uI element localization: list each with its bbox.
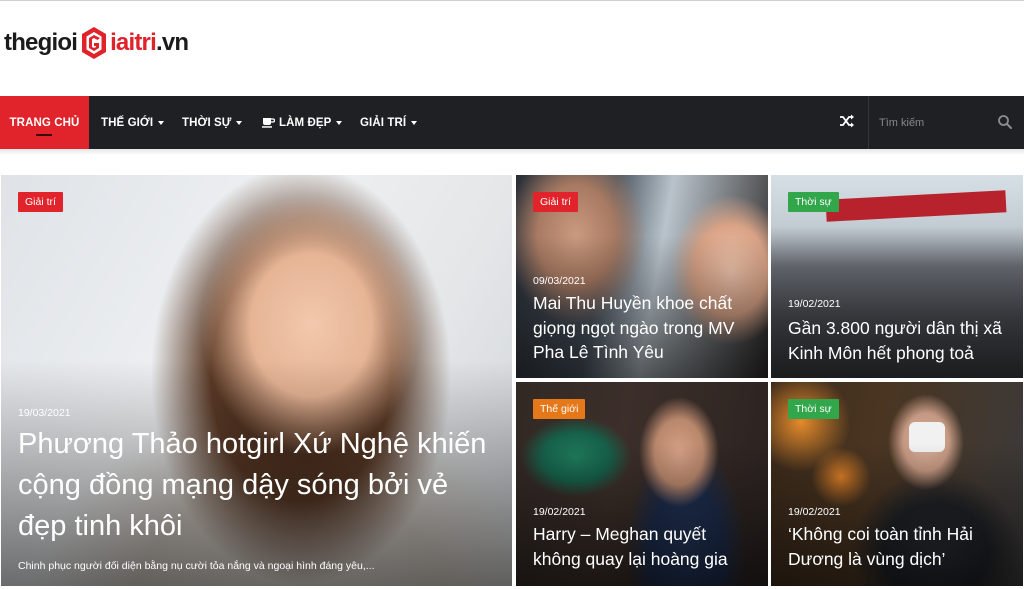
nav-item-label: GIẢI TRÍ: [360, 116, 407, 129]
nav-shadow: [0, 149, 1024, 155]
nav-item-giai-tri[interactable]: GIẢI TRÍ: [360, 96, 418, 149]
caret-down-icon: [411, 120, 418, 125]
nav-item-thoi-su[interactable]: THỜI SỰ: [182, 96, 243, 149]
logo-text-giaitri: iaitri: [110, 29, 157, 56]
search-box: [869, 96, 1024, 149]
category-badge[interactable]: Giải trí: [533, 192, 578, 212]
post-title[interactable]: ‘Không coi toàn tỉnh Hải Dương là vùng d…: [788, 522, 1013, 571]
nav-item-label: LÀM ĐẸP: [279, 116, 332, 129]
nav-item-trang-chu[interactable]: TRANG CHỦ: [0, 96, 89, 149]
post-date: 09/03/2021: [533, 275, 586, 287]
site-logo[interactable]: thegioi iaitri .vn: [4, 23, 189, 63]
logo-text-domain: .vn: [155, 29, 189, 56]
category-badge[interactable]: Thời sự: [788, 399, 839, 419]
logo-text-thegioi: thegioi: [4, 29, 78, 56]
post-card[interactable]: Thời sự 19/02/2021 ‘Không coi toàn tỉnh …: [771, 382, 1023, 586]
post-date: 19/02/2021: [533, 506, 586, 518]
main-nav: TRANG CHỦ THẾ GIỚI THỜI SỰ LÀM ĐẸP GIẢI …: [0, 96, 1024, 149]
post-title[interactable]: Mai Thu Huyền khoe chất giọng ngọt ngào …: [533, 291, 758, 365]
post-card[interactable]: Thời sự 19/02/2021 Gần 3.800 người dân t…: [771, 175, 1023, 378]
nav-item-lam-dep[interactable]: LÀM ĐẸP: [262, 96, 343, 149]
category-badge[interactable]: Giải trí: [18, 192, 63, 212]
post-excerpt: Chinh phục người đối diện bằng nụ cười t…: [18, 560, 375, 572]
logo-g-icon: [79, 25, 109, 61]
shuffle-icon[interactable]: [838, 112, 858, 132]
post-title[interactable]: Gần 3.800 người dân thị xã Kinh Môn hết …: [788, 316, 1013, 365]
category-badge[interactable]: Thế giới: [533, 399, 586, 419]
post-date: 19/02/2021: [788, 298, 841, 310]
search-icon[interactable]: [997, 114, 1013, 130]
caret-down-icon: [336, 120, 343, 125]
nav-item-the-gioi[interactable]: THẾ GIỚI: [101, 96, 165, 149]
post-title[interactable]: Harry – Meghan quyết không quay lại hoàn…: [533, 522, 758, 571]
nav-item-label: THỜI SỰ: [182, 116, 232, 129]
post-title[interactable]: Phương Thảo hotgirl Xứ Nghệ khiến cộng đ…: [18, 424, 488, 548]
post-date: 19/03/2021: [18, 407, 71, 419]
post-date: 19/02/2021: [788, 506, 841, 518]
caret-down-icon: [158, 120, 165, 125]
nav-item-label: TRANG CHỦ: [9, 116, 80, 129]
nav-item-label: THẾ GIỚI: [101, 116, 154, 129]
site-header: thegioi iaitri .vn: [0, 1, 1024, 96]
post-card[interactable]: Thế giới 19/02/2021 Harry – Meghan quyết…: [516, 382, 768, 586]
caret-down-icon: [236, 120, 243, 125]
category-badge[interactable]: Thời sự: [788, 192, 839, 212]
coffee-icon: [262, 117, 275, 128]
featured-post[interactable]: Giải trí 19/03/2021 Phương Thảo hotgirl …: [1, 175, 512, 586]
post-card[interactable]: Giải trí 09/03/2021 Mai Thu Huyền khoe c…: [516, 175, 768, 378]
